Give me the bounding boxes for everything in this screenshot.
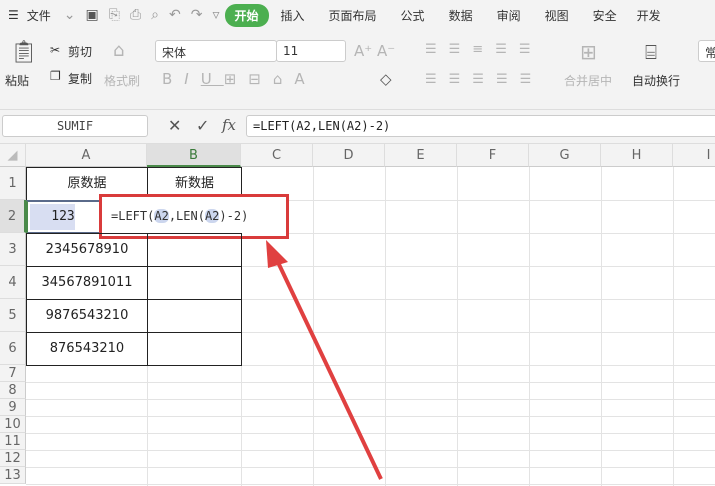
number-format-select[interactable]: 常 bbox=[698, 40, 715, 62]
tab-insert[interactable]: 插入 bbox=[269, 7, 317, 24]
tab-view[interactable]: 视图 bbox=[533, 7, 581, 24]
file-menu[interactable]: 文件 bbox=[27, 7, 59, 24]
cut-button[interactable]: 剪切 bbox=[68, 43, 92, 60]
red-arrow-annotation bbox=[266, 240, 383, 480]
increase-font-icon[interactable]: A⁺ A⁻ bbox=[354, 42, 395, 60]
undo-icon[interactable]: ↶ bbox=[169, 7, 181, 23]
tab-review[interactable]: 审阅 bbox=[485, 7, 533, 24]
wrap-text-icon[interactable]: ⌸ bbox=[645, 40, 657, 64]
chevron-down-icon[interactable]: ⌄ bbox=[64, 7, 76, 23]
format-icons[interactable]: BIU⊞⊟⌂A bbox=[162, 70, 317, 88]
tab-home[interactable]: 开始 bbox=[224, 3, 269, 27]
spreadsheet-grid[interactable]: ◢ A B C D E F G H I 1 2 3 4 5 6 7 8 9 10… bbox=[0, 144, 715, 486]
paste-icon[interactable]: 📋︎ bbox=[10, 40, 38, 65]
menu-bar: ☰ 文件 ⌄ ▣ ⎘ ⎙ ⌕ ↶ ↷ ▿ 开始 插入 页面布局 公式 数据 审阅… bbox=[0, 0, 715, 30]
export-icon[interactable]: ⎘ bbox=[109, 7, 120, 23]
cancel-icon[interactable]: ✕ bbox=[168, 116, 181, 135]
scissors-icon[interactable]: ✂ bbox=[50, 43, 60, 57]
tab-security[interactable]: 安全 bbox=[581, 7, 629, 24]
name-box[interactable]: SUMIF bbox=[2, 115, 148, 137]
save-icon[interactable]: ▣ bbox=[86, 7, 99, 23]
tab-page-layout[interactable]: 页面布局 bbox=[317, 7, 389, 24]
formula-input[interactable]: =LEFT(A2,LEN(A2)-2) bbox=[246, 115, 715, 137]
align-left-icons[interactable]: ☰☰☰☰☰ bbox=[425, 72, 543, 87]
confirm-icon[interactable]: ✓ bbox=[196, 116, 209, 135]
format-painter-button[interactable]: 格式刷 bbox=[104, 72, 140, 89]
fx-icon[interactable]: fx bbox=[222, 116, 236, 134]
tab-developer[interactable]: 开发 bbox=[629, 7, 669, 24]
redo-icon[interactable]: ↷ bbox=[191, 7, 203, 23]
brush-icon[interactable]: ⌂ bbox=[113, 40, 124, 61]
formula-bar: SUMIF ✕ ✓ fx =LEFT(A2,LEN(A2)-2) bbox=[0, 110, 715, 144]
paste-button[interactable]: 粘贴 bbox=[5, 72, 29, 89]
merge-icon[interactable]: ⊞ bbox=[580, 40, 597, 64]
preview-icon[interactable]: ⌕ bbox=[151, 7, 159, 23]
font-select[interactable]: 宋体 bbox=[155, 40, 277, 62]
clear-icon[interactable]: ◇ bbox=[380, 70, 392, 88]
align-top-icons[interactable]: ☰☰≡☰☰ bbox=[425, 42, 543, 57]
tab-formulas[interactable]: 公式 bbox=[389, 7, 437, 24]
more-icon[interactable]: ▿ bbox=[212, 7, 219, 23]
wrap-text-button[interactable]: 自动换行 bbox=[632, 72, 680, 89]
ribbon: 📋︎ 粘贴 ✂ 剪切 ❐ 复制 ⌂ 格式刷 宋体 11 A⁺ A⁻ BIU⊞⊟⌂… bbox=[0, 30, 715, 110]
font-size-select[interactable]: 11 bbox=[276, 40, 346, 62]
merge-center-button[interactable]: 合并居中 bbox=[564, 72, 612, 89]
tab-data[interactable]: 数据 bbox=[437, 7, 485, 24]
copy-icon[interactable]: ❐ bbox=[50, 69, 61, 83]
copy-button[interactable]: 复制 bbox=[68, 70, 92, 87]
menu-icon[interactable]: ☰ bbox=[0, 8, 27, 22]
print-icon[interactable]: ⎙ bbox=[130, 7, 141, 23]
